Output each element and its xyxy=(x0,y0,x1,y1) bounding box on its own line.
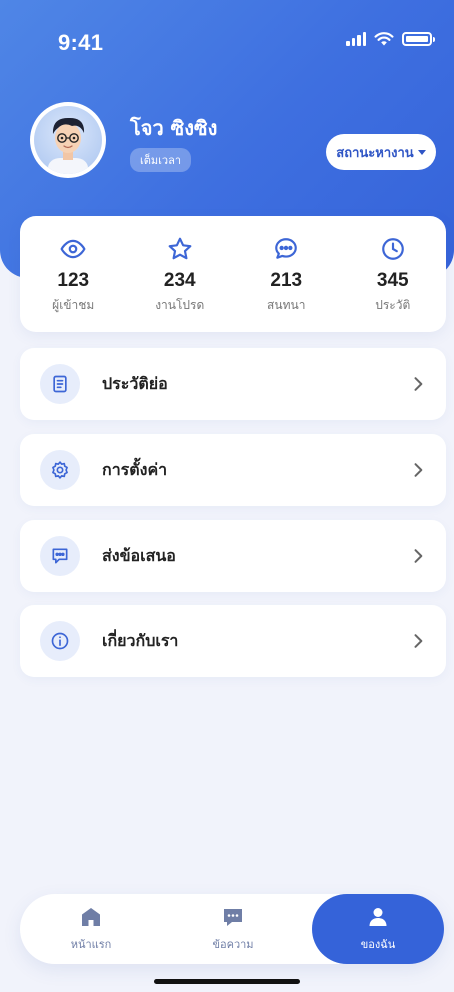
stat-value: 345 xyxy=(376,270,409,291)
stats-card: 123 ผู้เข้าชม 234 งานโปรด 213 สนทนา 345 … xyxy=(20,216,446,332)
stat-label: สนทนา xyxy=(267,298,306,312)
user-icon xyxy=(369,908,387,926)
chat-bubble-icon xyxy=(275,238,298,259)
user-name: โจว ซิงซิง xyxy=(130,116,218,140)
tab-messages[interactable]: ข้อความ xyxy=(162,894,304,964)
tab-label: ข้อความ xyxy=(212,938,254,951)
home-indicator xyxy=(154,979,300,984)
cellular-signal-icon xyxy=(346,32,366,46)
eye-icon xyxy=(60,239,86,259)
menu-item-settings[interactable]: การตั้งค่า xyxy=(20,434,446,506)
stat-label: ผู้เข้าชม xyxy=(52,298,95,312)
message-icon xyxy=(224,909,242,926)
menu-item-label: การตั้งค่า xyxy=(102,459,168,479)
stat-label: ประวัติ xyxy=(375,298,411,312)
menu-item-label: ส่งข้อเสนอ xyxy=(102,545,176,565)
stat-visitors[interactable]: 123 ผู้เข้าชม xyxy=(20,216,127,332)
caret-down-icon xyxy=(417,149,426,155)
tab-home[interactable]: หน้าแรก xyxy=(20,894,162,964)
menu-item-feedback[interactable]: ส่งข้อเสนอ xyxy=(20,520,446,592)
menu-item-about[interactable]: เกี่ยวกับเรา xyxy=(20,605,446,677)
chevron-right-icon xyxy=(414,634,423,648)
menu-item-resume[interactable]: ประวัติย่อ xyxy=(20,348,446,420)
menu-item-label: ประวัติย่อ xyxy=(102,373,168,393)
status-time: 9:41 xyxy=(58,30,104,55)
bottom-tab-bar: หน้าแรก ข้อความ ของฉัน xyxy=(20,894,444,964)
clock-icon xyxy=(381,238,404,260)
battery-icon xyxy=(402,32,435,46)
status-icons xyxy=(346,32,435,46)
tab-label: ของฉัน xyxy=(360,938,396,951)
gear-icon xyxy=(40,450,80,490)
home-icon xyxy=(82,908,100,926)
stat-value: 123 xyxy=(57,270,90,291)
job-status-label: สถานะหางาน xyxy=(336,145,414,161)
chevron-right-icon xyxy=(414,549,423,563)
stat-chats[interactable]: 213 สนทนา xyxy=(233,216,340,332)
stat-value: 234 xyxy=(163,270,196,291)
chevron-right-icon xyxy=(414,463,423,477)
document-icon xyxy=(40,364,80,404)
menu-item-label: เกี่ยวกับเรา xyxy=(102,630,179,650)
stat-value: 213 xyxy=(270,270,303,291)
stat-label: งานโปรด xyxy=(155,298,205,312)
tab-label: หน้าแรก xyxy=(70,938,112,951)
avatar-image xyxy=(34,106,102,174)
job-status-dropdown[interactable]: สถานะหางาน xyxy=(326,134,436,170)
avatar[interactable] xyxy=(30,102,106,178)
stat-history[interactable]: 345 ประวัติ xyxy=(340,216,447,332)
feedback-icon xyxy=(40,536,80,576)
star-icon xyxy=(168,237,192,260)
info-icon xyxy=(40,621,80,661)
chevron-right-icon xyxy=(414,377,423,391)
stat-favorites[interactable]: 234 งานโปรด xyxy=(127,216,234,332)
wifi-icon xyxy=(374,32,394,46)
employment-badge: เต็มเวลา xyxy=(130,148,192,172)
status-bar: 9:41 xyxy=(0,0,454,90)
tab-profile[interactable]: ของฉัน xyxy=(312,894,444,964)
